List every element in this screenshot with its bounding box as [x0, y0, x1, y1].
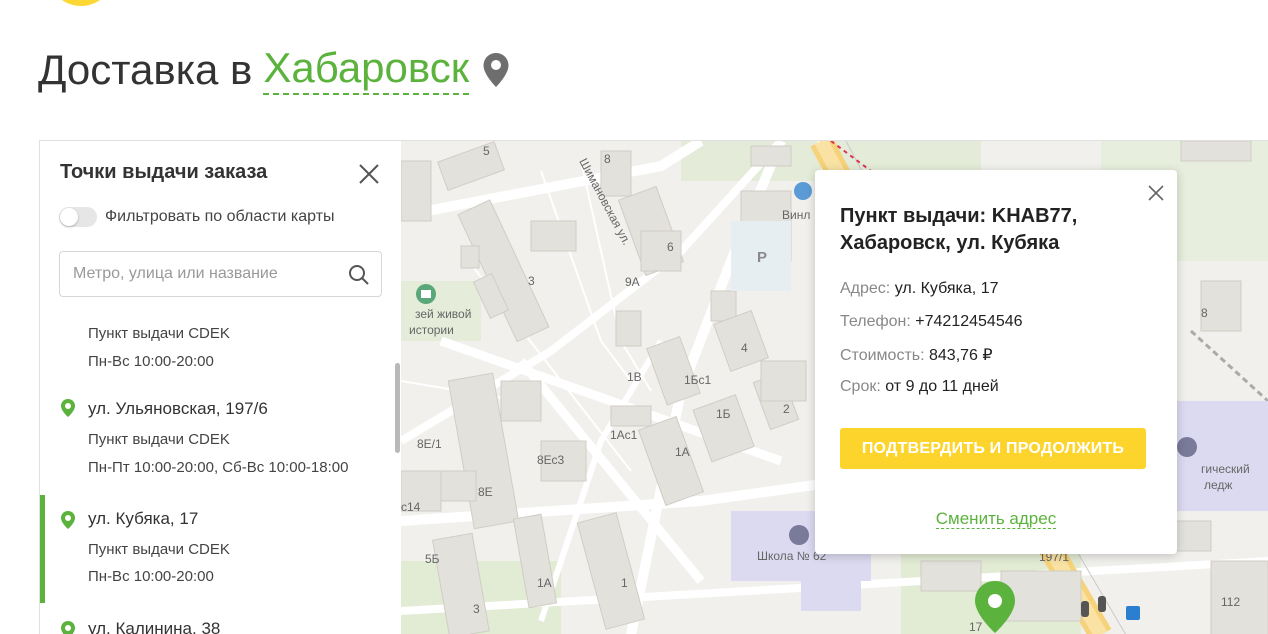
point-type: Пункт выдачи CDEK: [88, 431, 230, 448]
address-row: Адрес: ул. Кубяка, 17: [840, 280, 999, 298]
point-address: ул. Ульяновская, 197/6: [88, 399, 268, 418]
svg-text:истории: истории: [409, 323, 454, 337]
svg-text:1: 1: [621, 576, 628, 590]
svg-text:17: 17: [969, 620, 983, 634]
svg-text:4: 4: [741, 341, 748, 355]
phone-label: Телефон:: [840, 313, 911, 330]
map-pin-icon[interactable]: [481, 51, 511, 89]
list-item[interactable]: Пункт выдачи CDEK Пн-Вс 10:00-20:00: [40, 311, 394, 370]
svg-text:3: 3: [473, 602, 480, 616]
svg-text:8Е/1: 8Е/1: [417, 437, 442, 451]
svg-text:1В: 1В: [627, 370, 642, 384]
list-scrollbar[interactable]: [395, 363, 400, 453]
change-address-link[interactable]: Сменить адрес: [935, 509, 1057, 529]
svg-text:1Бс1: 1Бс1: [684, 373, 712, 387]
svg-text:2: 2: [783, 402, 790, 416]
term-value: от 9 до 11 дней: [885, 378, 999, 395]
confirm-button[interactable]: ПОДТВЕРДИТЬ И ПРОДОЛЖИТЬ: [840, 428, 1146, 469]
svg-text:Винл: Винл: [782, 208, 810, 222]
svg-text:с14: с14: [401, 500, 421, 514]
map-pin-icon: [60, 620, 76, 634]
pickup-points-list: Пункт выдачи CDEK Пн-Вс 10:00-20:00 ул. …: [40, 311, 394, 634]
filter-toggle[interactable]: [59, 207, 97, 227]
search-icon[interactable]: [348, 264, 370, 286]
point-address: ул. Калинина, 38: [88, 619, 221, 634]
point-hours: Пн-Пт 10:00-20:00, Сб-Вс 10:00-18:00: [88, 459, 349, 476]
point-hours: Пн-Вс 10:00-20:00: [88, 568, 214, 585]
map-area-filter[interactable]: Фильтровать по области карты: [59, 207, 335, 227]
phone-value: +74212454546: [915, 313, 1023, 330]
svg-text:8: 8: [1201, 306, 1208, 320]
page-title-prefix: Доставка в: [38, 45, 253, 93]
panel-title: Точки выдачи заказа: [60, 161, 268, 183]
svg-text:1Ас1: 1Ас1: [610, 428, 638, 442]
svg-text:ледж: ледж: [1204, 478, 1232, 492]
map-pin-icon: [60, 398, 76, 423]
svg-text:8: 8: [604, 152, 611, 166]
list-item[interactable]: ул. Калинина, 38: [40, 605, 394, 634]
svg-text:1А: 1А: [675, 445, 690, 459]
svg-text:P: P: [757, 249, 767, 266]
city-selector[interactable]: Хабаровск: [263, 44, 470, 95]
svg-text:6: 6: [667, 240, 674, 254]
term-label: Срок:: [840, 378, 881, 395]
change-address-row: Сменить адрес: [815, 509, 1177, 529]
svg-text:5Б: 5Б: [425, 552, 440, 566]
map-pin-icon: [60, 510, 76, 535]
svg-text:зей живой: зей живой: [415, 307, 471, 321]
filter-label: Фильтровать по области карты: [105, 208, 335, 225]
phone-row: Телефон: +74212454546: [840, 313, 1023, 331]
pickup-points-panel: Точки выдачи заказа Фильтровать по облас…: [39, 140, 401, 634]
point-type: Пункт выдачи CDEK: [88, 541, 230, 558]
svg-text:3: 3: [528, 274, 535, 288]
search-box[interactable]: [59, 251, 382, 297]
search-input[interactable]: [60, 252, 345, 296]
svg-text:8Ес3: 8Ес3: [537, 453, 565, 467]
pickup-point-popup: Пункт выдачи: KHAB77, Хабаровск, ул. Куб…: [815, 170, 1177, 554]
svg-text:гический: гический: [1201, 462, 1250, 476]
term-row: Срок: от 9 до 11 дней: [840, 378, 999, 396]
svg-text:5: 5: [483, 144, 490, 158]
cost-value: 843,76 ₽: [929, 347, 993, 364]
close-icon[interactable]: [1147, 184, 1165, 202]
svg-text:8Е: 8Е: [478, 485, 493, 499]
cost-label: Стоимость:: [840, 347, 925, 364]
close-icon[interactable]: [358, 163, 380, 185]
list-item-selected[interactable]: ул. Кубяка, 17 Пункт выдачи CDEK Пн-Вс 1…: [40, 495, 394, 603]
popup-title: Пункт выдачи: KHAB77, Хабаровск, ул. Куб…: [840, 205, 1078, 254]
point-type: Пункт выдачи CDEK: [88, 325, 230, 342]
cost-row: Стоимость: 843,76 ₽: [840, 345, 993, 365]
page-title: Доставка в Хабаровск: [38, 44, 511, 95]
svg-text:1Б: 1Б: [716, 407, 731, 421]
point-address: ул. Кубяка, 17: [88, 509, 199, 528]
list-item[interactable]: ул. Ульяновская, 197/6 Пункт выдачи CDEK…: [40, 391, 394, 481]
address-value: ул. Кубяка, 17: [894, 280, 999, 297]
point-hours: Пн-Вс 10:00-20:00: [88, 353, 214, 370]
svg-text:9А: 9А: [625, 275, 640, 289]
address-label: Адрес:: [840, 280, 891, 297]
svg-text:112: 112: [1221, 595, 1240, 609]
svg-text:1А: 1А: [537, 576, 552, 590]
logo[interactable]: [48, 0, 114, 6]
